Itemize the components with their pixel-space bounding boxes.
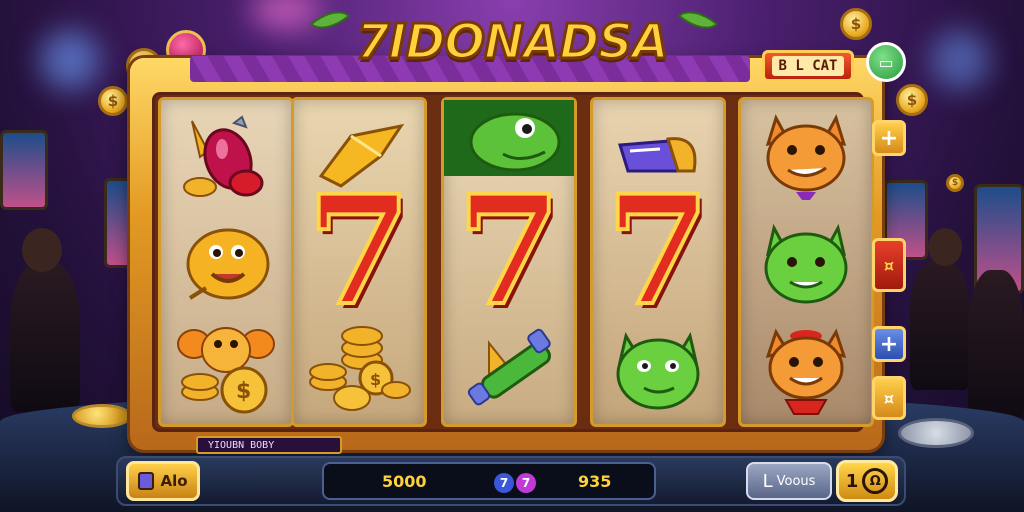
cash-button[interactable]: ▭ [866, 42, 906, 82]
person-left [10, 262, 80, 412]
arcade-machine-left [0, 130, 48, 210]
coin-icon: $ [98, 86, 128, 116]
balance-display: 5000 7 7 935 [322, 462, 656, 500]
stage-light-top [250, 0, 320, 30]
voices-prefix: L [762, 470, 773, 492]
gold-fish-icon [167, 214, 285, 314]
potion-icon [167, 106, 285, 206]
coin-stack-icon: $ [300, 318, 418, 418]
coin-icon: $ [946, 174, 964, 192]
seven-symbol: 7 [305, 163, 413, 339]
person-right-head [928, 228, 962, 266]
seven-symbol: 7 [455, 163, 563, 339]
cash-icon: ▭ [878, 52, 894, 72]
chip-left [72, 404, 132, 428]
person-right [910, 260, 970, 390]
bet-badge-label: B L CAT [772, 56, 844, 76]
token-icon: 7 [494, 473, 514, 493]
spin-value: 1 [845, 470, 859, 492]
person-far-right [968, 270, 1024, 420]
chip-right [898, 418, 974, 448]
green-cat-icon [747, 214, 865, 314]
spin-icon: Ω [862, 468, 889, 494]
add-line-button[interactable]: + [872, 326, 906, 362]
stage-light-left [40, 30, 100, 90]
orange-cat-icon [747, 318, 865, 418]
game-title: 7IDONADSA [355, 13, 671, 72]
bonus-button[interactable]: ¤ [872, 238, 906, 292]
auto-icon [138, 472, 155, 490]
reel-1: $ [158, 97, 294, 427]
coin-icon: $ [896, 84, 928, 116]
reel-3: 7 [441, 97, 577, 427]
svg-text:$: $ [370, 370, 381, 389]
spin-button[interactable]: 1 Ω [836, 460, 898, 502]
green-cat-icon [599, 318, 717, 418]
voices-button[interactable]: L Voous [746, 462, 832, 500]
add-bet-button[interactable]: + [872, 120, 906, 156]
stage-light-right [930, 30, 990, 90]
voices-label: Voous [776, 473, 816, 489]
coin-icon: $ [840, 8, 872, 40]
orange-cat-icon [747, 106, 865, 206]
seven-symbol: 7 [604, 163, 712, 339]
dog-with-coins-icon: $ [167, 318, 285, 418]
svg-text:$: $ [236, 379, 251, 404]
win-value: 935 [578, 472, 612, 491]
reel-2: 7 $ [291, 97, 427, 427]
balance-value: 5000 [382, 472, 427, 491]
game-subtitle-strip: YIOUBN BOBY [196, 436, 342, 454]
token-icon: 7 [516, 473, 536, 493]
reel-5 [738, 97, 874, 427]
reel-4: 7 [590, 97, 726, 427]
auto-label: Alo [160, 472, 188, 490]
info-button[interactable]: ¤ [872, 376, 906, 420]
bet-badge[interactable]: B L CAT [762, 50, 854, 82]
auto-button[interactable]: Alo [126, 461, 200, 501]
green-bottle-icon [450, 318, 568, 418]
person-left-head [22, 228, 62, 272]
